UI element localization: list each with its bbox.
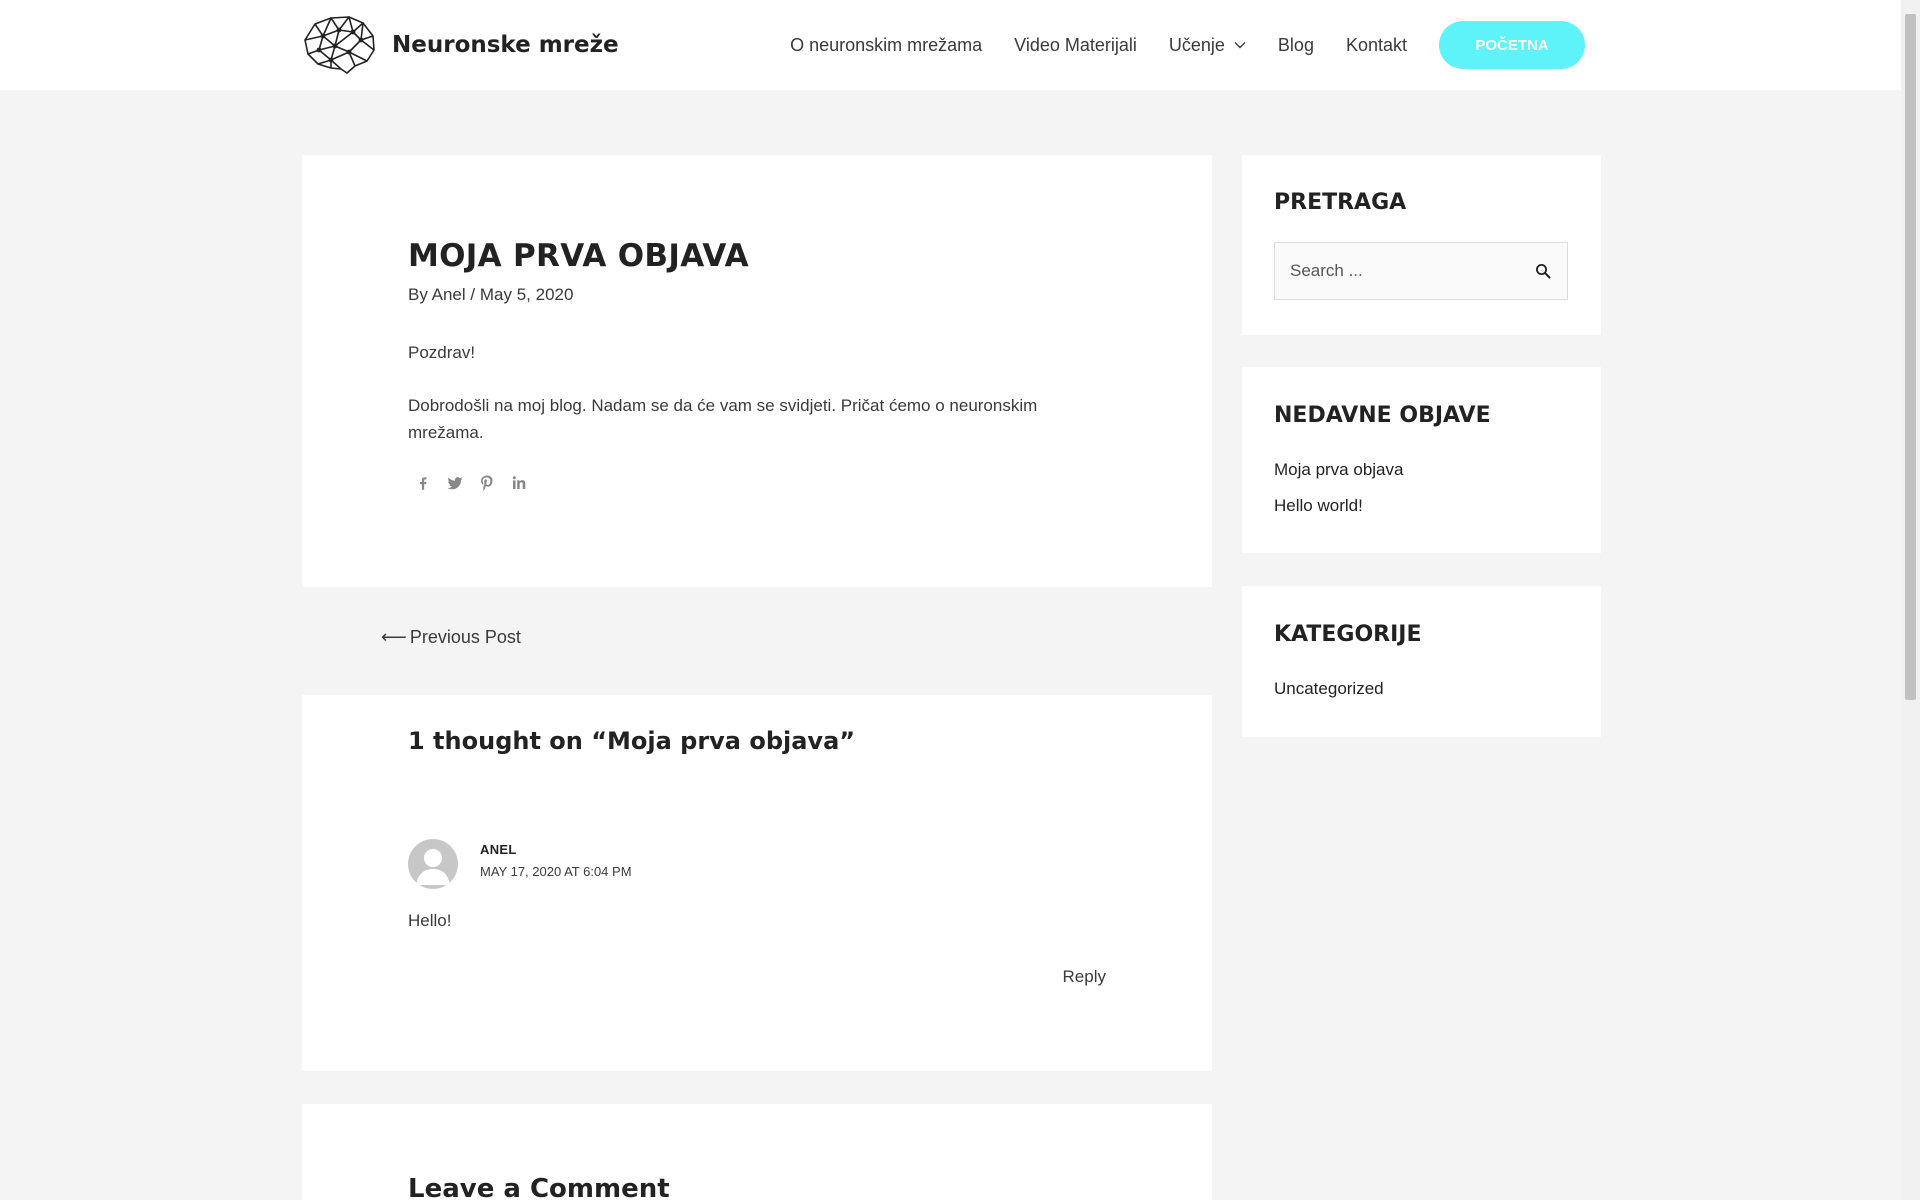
comments-title: 1 thought on “Moja prva objava” xyxy=(408,727,856,755)
previous-post-label: Previous Post xyxy=(409,627,521,647)
twitter-icon[interactable] xyxy=(446,474,464,492)
search-icon[interactable] xyxy=(1535,263,1551,279)
post-meta: By Anel / May 5, 2020 xyxy=(408,285,573,305)
comment-author: ANEL xyxy=(480,842,517,857)
nav-item-ucenje[interactable]: Učenje xyxy=(1169,35,1246,56)
post-meta-separator: / xyxy=(470,285,476,304)
post-by-label: By xyxy=(408,285,428,304)
brain-network-logo-icon xyxy=(304,16,375,74)
comments-section: 1 thought on “Moja prva objava” ANEL MAY… xyxy=(302,695,1212,1071)
pocetna-button[interactable]: POČETNA xyxy=(1439,21,1585,69)
recent-posts-title: NEDAVNE OBJAVE xyxy=(1274,403,1491,428)
post-title: MOJA PRVA OBJAVA xyxy=(408,238,749,274)
linkedin-icon[interactable] xyxy=(510,474,528,492)
search-form xyxy=(1274,242,1568,300)
post-date[interactable]: May 5, 2020 xyxy=(480,285,574,304)
post-card: MOJA PRVA OBJAVA By Anel / May 5, 2020 P… xyxy=(302,155,1212,587)
search-input[interactable] xyxy=(1275,243,1515,299)
share-icons xyxy=(414,474,542,492)
leave-comment-title: Leave a Comment xyxy=(408,1174,670,1200)
facebook-icon[interactable] xyxy=(414,474,432,492)
comment-text: Hello! xyxy=(408,911,452,930)
main-navigation: O neuronskim mrežama Video Materijali Uč… xyxy=(790,0,1585,90)
previous-post-link[interactable]: ⟵ Previous Post xyxy=(381,627,521,648)
nav-item-kontakt[interactable]: Kontakt xyxy=(1346,35,1407,56)
avatar xyxy=(408,839,458,889)
pinterest-icon[interactable] xyxy=(478,474,496,492)
recent-post-link[interactable]: Hello world! xyxy=(1274,496,1363,516)
nav-item-o-neuronskim-mrezama[interactable]: O neuronskim mrežama xyxy=(790,35,982,56)
search-widget-title: PRETRAGA xyxy=(1274,190,1407,215)
user-avatar-icon xyxy=(416,849,450,885)
categories-title: KATEGORIJE xyxy=(1274,622,1422,647)
category-link[interactable]: Uncategorized xyxy=(1274,679,1384,699)
reply-link[interactable]: Reply xyxy=(1063,967,1106,987)
site-title[interactable]: Neuronske mreže xyxy=(392,32,619,58)
page-scrollbar[interactable] xyxy=(1901,0,1920,1200)
comment-date[interactable]: MAY 17, 2020 AT 6:04 PM xyxy=(480,864,632,879)
chevron-down-icon xyxy=(1234,42,1246,49)
post-author-link[interactable]: Anel xyxy=(432,285,466,304)
nav-item-video-materijali[interactable]: Video Materijali xyxy=(1014,35,1137,56)
post-paragraph: Dobrodošli na moj blog. Nadam se da će v… xyxy=(408,396,1038,442)
categories-widget: KATEGORIJE Uncategorized xyxy=(1242,586,1601,737)
nav-item-ucenje-label: Učenje xyxy=(1168,34,1225,55)
arrow-left-icon: ⟵ xyxy=(381,627,407,647)
scrollbar-thumb[interactable] xyxy=(1905,14,1916,700)
site-header: Neuronske mreže O neuronskim mrežama Vid… xyxy=(0,0,1901,90)
post-paragraph: Pozdrav! xyxy=(408,343,476,362)
recent-posts-widget: NEDAVNE OBJAVE Moja prva objava Hello wo… xyxy=(1242,367,1601,553)
site-branding[interactable]: Neuronske mreže xyxy=(301,14,619,76)
recent-post-link[interactable]: Moja prva objava xyxy=(1274,460,1403,480)
search-widget: PRETRAGA xyxy=(1242,155,1601,335)
leave-comment-section: Leave a Comment xyxy=(302,1104,1212,1200)
nav-item-blog[interactable]: Blog xyxy=(1278,35,1314,56)
